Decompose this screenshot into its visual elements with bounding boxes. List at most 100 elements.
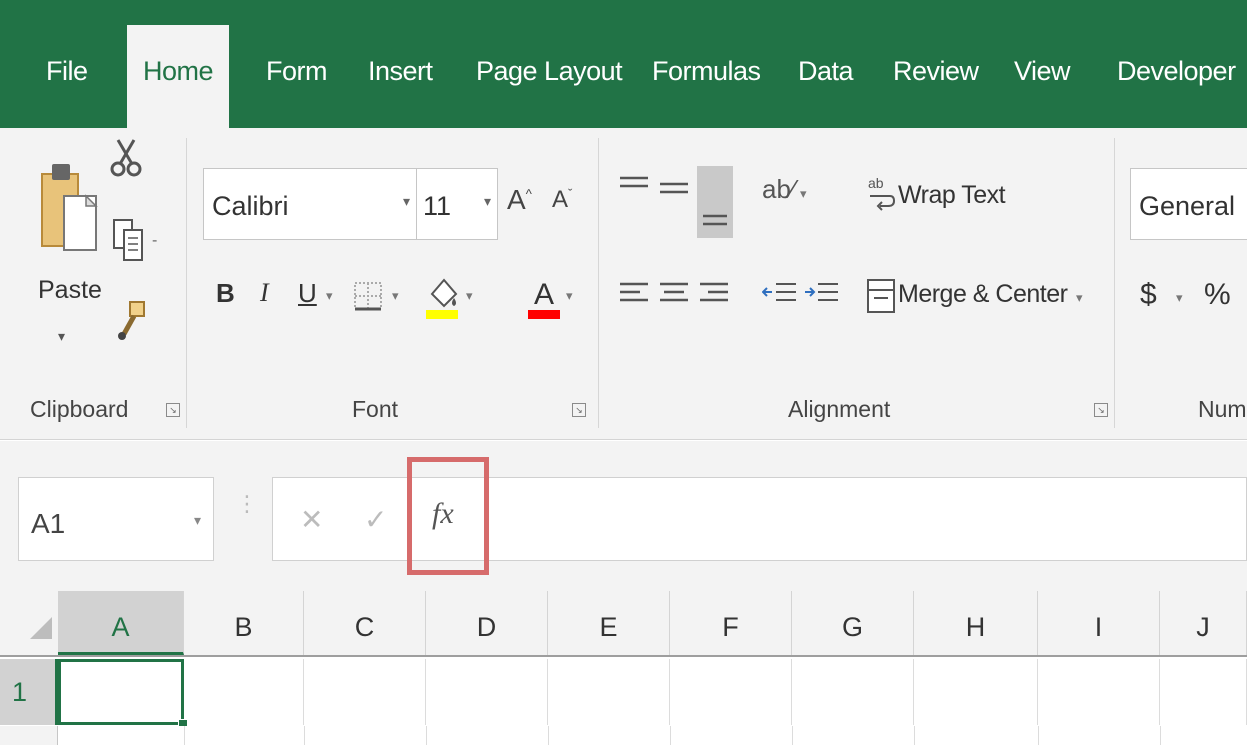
merge-center-button[interactable]: Merge & Center: [898, 280, 1068, 309]
font-launcher-icon[interactable]: ↘: [572, 403, 586, 417]
align-middle-icon[interactable]: [656, 172, 692, 206]
decrease-font-size-button[interactable]: Aˇ: [552, 186, 572, 214]
tab-developer[interactable]: Developer: [1117, 56, 1236, 87]
column-header-b[interactable]: B: [184, 591, 304, 655]
borders-icon[interactable]: [352, 280, 384, 312]
copy-dropdown-icon[interactable]: -: [152, 232, 157, 250]
svg-text:ab: ab: [868, 175, 884, 191]
group-separator: [186, 138, 187, 428]
fill-color-icon[interactable]: [424, 274, 460, 320]
table-row: [0, 726, 1247, 745]
font-color-letter: A: [534, 278, 554, 311]
currency-dropdown-icon[interactable]: ▾: [1176, 290, 1183, 306]
cell-g1[interactable]: [792, 659, 914, 725]
decrease-indent-icon[interactable]: [762, 278, 798, 312]
paste-label[interactable]: Paste: [38, 276, 102, 305]
wrap-text-icon[interactable]: ab: [866, 172, 896, 212]
tab-home[interactable]: Home: [127, 25, 230, 128]
ribbon-tab-bar: File Home Form Insert Page Layout Formul…: [0, 0, 1247, 128]
fill-color-dropdown-icon[interactable]: ▾: [466, 288, 473, 304]
column-header-d[interactable]: D: [426, 591, 548, 655]
bold-button[interactable]: B: [216, 278, 235, 309]
enter-icon[interactable]: ✓: [364, 503, 387, 536]
orientation-icon[interactable]: ab⁄: [762, 174, 795, 205]
underline-button[interactable]: U: [298, 278, 317, 309]
number-format-field[interactable]: General: [1130, 168, 1247, 240]
gridline: [1160, 726, 1161, 745]
cut-icon[interactable]: [108, 138, 144, 178]
font-size-field[interactable]: 11 ▾: [416, 168, 498, 240]
merge-center-icon[interactable]: [866, 276, 896, 316]
gridline: [548, 726, 549, 745]
cell-e1[interactable]: [548, 659, 670, 725]
column-header-e[interactable]: E: [548, 591, 670, 655]
borders-dropdown-icon[interactable]: ▾: [392, 288, 399, 304]
group-separator: [598, 138, 599, 428]
align-left-icon[interactable]: [616, 278, 652, 312]
column-header-g[interactable]: G: [792, 591, 914, 655]
wrap-text-button[interactable]: Wrap Text: [898, 181, 1006, 210]
ribbon-home: Paste ▾ - Clipboard ↘ Calibri ▾ 11 ▾ A^ …: [0, 128, 1247, 440]
column-header-i[interactable]: I: [1038, 591, 1160, 655]
row-header-2[interactable]: [0, 726, 58, 745]
increase-font-size-button[interactable]: A^: [507, 184, 532, 216]
formula-bar-grip-icon[interactable]: ⋮: [236, 493, 258, 515]
chevron-down-icon[interactable]: ▾: [194, 512, 201, 529]
cell-h1[interactable]: [914, 659, 1038, 725]
tab-form[interactable]: Form: [266, 56, 328, 87]
name-box[interactable]: A1 ▾: [18, 477, 214, 561]
tab-view[interactable]: View: [1014, 56, 1071, 87]
chevron-down-icon[interactable]: ▾: [403, 193, 410, 210]
gridline: [304, 726, 305, 745]
cell-i1[interactable]: [1038, 659, 1160, 725]
column-header-c[interactable]: C: [304, 591, 426, 655]
increase-indent-icon[interactable]: [804, 278, 840, 312]
alignment-launcher-icon[interactable]: ↘: [1094, 403, 1108, 417]
merge-dropdown-icon[interactable]: ▾: [1076, 290, 1083, 306]
column-header-row: A B C D E F G H I J: [0, 591, 1247, 657]
group-separator: [1114, 138, 1115, 428]
paste-icon[interactable]: [38, 154, 106, 278]
select-all-icon[interactable]: [30, 617, 52, 639]
tab-page-layout[interactable]: Page Layout: [476, 56, 623, 87]
cell-d1[interactable]: [426, 659, 548, 725]
gridline: [426, 726, 427, 745]
percent-button[interactable]: %: [1204, 278, 1231, 312]
paste-dropdown-icon[interactable]: ▾: [58, 328, 65, 345]
gridline: [184, 726, 185, 745]
tab-formulas[interactable]: Formulas: [652, 56, 761, 87]
tab-file[interactable]: File: [46, 56, 88, 87]
italic-button[interactable]: I: [260, 278, 269, 308]
tab-insert[interactable]: Insert: [368, 56, 433, 87]
align-bottom-icon[interactable]: [697, 166, 733, 238]
cell-b1[interactable]: [184, 659, 304, 725]
tab-data[interactable]: Data: [798, 56, 854, 87]
cell-f1[interactable]: [670, 659, 792, 725]
align-top-icon[interactable]: [616, 172, 652, 206]
clipboard-group-label: Clipboard: [30, 396, 129, 422]
column-header-a[interactable]: A: [58, 591, 184, 655]
font-color-icon[interactable]: A: [526, 274, 562, 320]
clipboard-launcher-icon[interactable]: ↘: [166, 403, 180, 417]
column-header-j[interactable]: J: [1160, 591, 1247, 655]
cell-c1[interactable]: [304, 659, 426, 725]
orientation-dropdown-icon[interactable]: ▾: [800, 186, 807, 202]
row-header-1[interactable]: 1: [0, 659, 58, 725]
tab-review[interactable]: Review: [893, 56, 979, 87]
align-right-icon[interactable]: [696, 278, 732, 312]
cell-a1[interactable]: [58, 659, 184, 725]
underline-dropdown-icon[interactable]: ▾: [326, 288, 333, 304]
chevron-down-icon[interactable]: ▾: [484, 193, 491, 210]
cancel-icon[interactable]: ✕: [300, 503, 323, 536]
format-painter-icon[interactable]: [116, 298, 150, 342]
column-header-f[interactable]: F: [670, 591, 792, 655]
formula-bar: A1 ▾ ⋮ ✕ ✓ fx: [0, 441, 1247, 591]
align-center-icon[interactable]: [656, 278, 692, 312]
column-header-h[interactable]: H: [914, 591, 1038, 655]
copy-icon[interactable]: [112, 216, 146, 266]
font-color-dropdown-icon[interactable]: ▾: [566, 288, 573, 304]
gridline: [670, 726, 671, 745]
cell-j1[interactable]: [1160, 659, 1247, 725]
currency-button[interactable]: $: [1140, 278, 1157, 312]
font-name-field[interactable]: Calibri ▾: [203, 168, 417, 240]
